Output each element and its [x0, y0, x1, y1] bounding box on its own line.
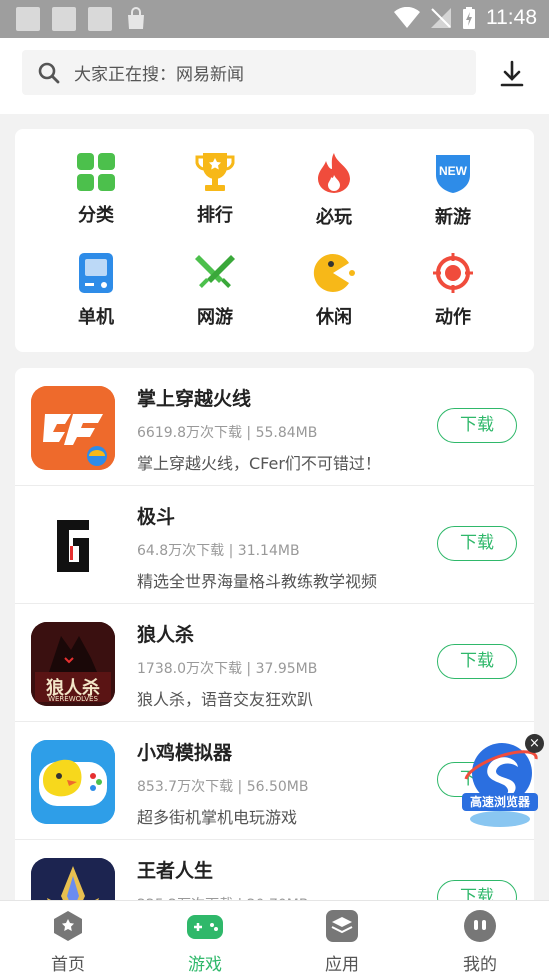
- layers-icon: [326, 910, 358, 942]
- notification-icon: [52, 7, 76, 31]
- app-icon-jidou: [31, 504, 115, 588]
- app-meta: 6619.8万次下载 | 55.84MB: [137, 425, 318, 441]
- download-button[interactable]: 下载: [437, 526, 517, 561]
- home-icon: [54, 911, 82, 941]
- app-icon-crossfire: [31, 386, 115, 470]
- list-item[interactable]: 极斗 64.8万次下载 | 31.14MB 精选全世界海量格斗教练教学视频 下载: [15, 486, 534, 604]
- category-label: 必玩: [316, 207, 352, 228]
- category-label: 动作: [435, 307, 471, 328]
- pacman-icon: [313, 254, 355, 292]
- category-casual[interactable]: 休闲: [294, 253, 374, 333]
- tab-label: 首页: [51, 955, 85, 975]
- category-label: 休闲: [316, 307, 352, 328]
- category-label: 排行: [197, 205, 233, 226]
- app-name: 小鸡模拟器: [137, 742, 233, 764]
- app-list: 掌上穿越火线 6619.8万次下载 | 55.84MB 掌上穿越火线，CFer们…: [15, 368, 534, 928]
- app-description: 超多街机掌机电玩游戏: [137, 808, 298, 827]
- app-icon-subtitle: WEREWOLVES: [48, 695, 98, 703]
- no-signal-icon: [431, 8, 451, 28]
- grid-icon: [77, 153, 115, 191]
- target-icon: [433, 253, 473, 293]
- handheld-icon: [79, 253, 113, 293]
- category-grid: 分类 排行 必玩 NEW 新游 单机 网游 休闲 动作: [15, 129, 534, 352]
- download-manager-icon[interactable]: [496, 58, 528, 90]
- tab-home[interactable]: 首页: [28, 909, 108, 975]
- search-placeholder: 大家正在搜：网易新闻: [74, 65, 244, 85]
- bottom-nav: 首页 游戏 应用 我的: [0, 900, 549, 977]
- category-online-games[interactable]: 网游: [175, 253, 255, 333]
- category-must-play[interactable]: 必玩: [294, 153, 374, 233]
- tab-me[interactable]: 我的: [440, 909, 520, 975]
- app-icon-chick-emulator: [31, 740, 115, 824]
- flame-icon: [318, 153, 350, 193]
- tab-label: 游戏: [188, 955, 222, 975]
- app-name: 狼人杀: [137, 624, 195, 646]
- app-meta: 1738.0万次下载 | 37.95MB: [137, 661, 318, 677]
- battery-charging-icon: [463, 7, 475, 29]
- app-name: 王者人生: [137, 860, 214, 882]
- notification-icon: [88, 7, 112, 31]
- search-bar[interactable]: 大家正在搜：网易新闻: [22, 50, 476, 95]
- profile-icon: [464, 910, 496, 942]
- download-button[interactable]: 下载: [437, 408, 517, 443]
- tab-label: 我的: [463, 955, 497, 975]
- trophy-icon: [195, 153, 235, 191]
- app-description: 精选全世界海量格斗教练教学视频: [137, 572, 378, 591]
- list-item[interactable]: 掌上穿越火线 6619.8万次下载 | 55.84MB 掌上穿越火线，CFer们…: [15, 368, 534, 486]
- app-meta: 853.7万次下载 | 56.50MB: [137, 779, 309, 795]
- close-ad-button[interactable]: ×: [525, 734, 544, 753]
- svg-text:NEW: NEW: [439, 164, 468, 178]
- floating-ad-label: 高速浏览器: [469, 795, 530, 809]
- status-bar: 11:48: [0, 0, 549, 38]
- search-icon: [38, 62, 60, 83]
- app-name: 极斗: [137, 506, 176, 528]
- gamepad-icon: [187, 915, 223, 939]
- tab-label: 应用: [325, 955, 359, 975]
- category-ranking[interactable]: 排行: [175, 153, 255, 233]
- app-icon-werewolf: 狼人杀 WEREWOLVES: [31, 622, 115, 706]
- category-new-games[interactable]: NEW 新游: [413, 153, 493, 233]
- category-classify[interactable]: 分类: [56, 153, 136, 233]
- category-action[interactable]: 动作: [413, 253, 493, 333]
- app-description: 掌上穿越火线，CFer们不可错过！: [137, 454, 381, 473]
- app-meta: 64.8万次下载 | 31.14MB: [137, 543, 300, 559]
- shopping-bag-icon: [124, 7, 148, 31]
- category-label: 单机: [78, 307, 114, 328]
- tab-apps[interactable]: 应用: [302, 909, 382, 975]
- swords-icon: [195, 255, 235, 288]
- category-label: 分类: [78, 205, 114, 226]
- clock: 11:48: [486, 6, 537, 29]
- category-label: 网游: [197, 307, 233, 328]
- app-name: 掌上穿越火线: [137, 388, 252, 410]
- list-item[interactable]: 小鸡模拟器 853.7万次下载 | 56.50MB 超多街机掌机电玩游戏 下载: [15, 722, 534, 840]
- list-item[interactable]: 狼人杀 WEREWOLVES 狼人杀 1738.0万次下载 | 37.95MB …: [15, 604, 534, 722]
- wifi-icon: [394, 7, 420, 28]
- tab-games[interactable]: 游戏: [165, 909, 245, 975]
- search-header: 大家正在搜：网易新闻: [0, 38, 549, 114]
- category-single-player[interactable]: 单机: [56, 253, 136, 333]
- category-label: 新游: [435, 207, 471, 228]
- app-description: 狼人杀，语音交友狂欢趴: [137, 690, 314, 709]
- new-badge-icon: NEW: [436, 155, 470, 193]
- notification-icon: [16, 7, 40, 31]
- download-button[interactable]: 下载: [437, 644, 517, 679]
